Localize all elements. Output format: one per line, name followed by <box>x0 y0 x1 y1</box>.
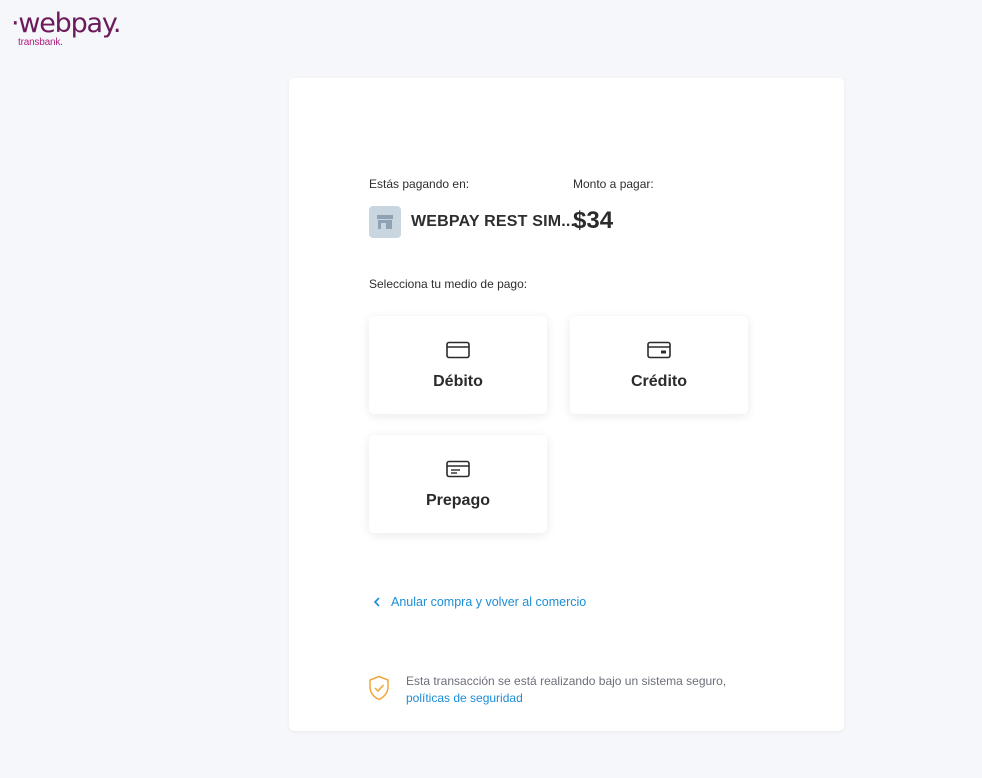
logo-wordmark: ·webpay. <box>11 8 121 39</box>
shield-check-icon <box>369 675 389 701</box>
amount-value: $34 <box>573 207 614 234</box>
cancel-purchase-link[interactable]: Anular compra y volver al comercio <box>373 595 586 609</box>
merchant-name: WEBPAY REST SIM... <box>411 213 576 230</box>
cancel-purchase-label: Anular compra y volver al comercio <box>391 595 587 609</box>
amount-label: Monto a pagar: <box>573 177 654 191</box>
store-icon <box>369 206 401 238</box>
select-method-label: Selecciona tu medio de pago: <box>369 277 528 291</box>
method-credit-label: Crédito <box>631 373 687 390</box>
method-debit-label: Débito <box>433 373 483 390</box>
credit-card-icon <box>647 341 671 359</box>
webpay-logo: ·webpay. transbank. <box>11 8 131 50</box>
method-credit-button[interactable]: Crédito <box>570 316 748 414</box>
payment-card: Estás pagando en: Monto a pagar: WEBPAY … <box>289 78 844 731</box>
security-text: Esta transacción se está realizando bajo… <box>406 674 727 688</box>
method-prepaid-label: Prepago <box>425 492 490 509</box>
method-prepaid-button[interactable]: Prepago <box>369 435 547 533</box>
paying-at-label: Estás pagando en: <box>369 177 470 191</box>
prepaid-card-icon <box>446 460 470 478</box>
security-policies-link[interactable]: políticas de seguridad <box>406 690 726 707</box>
method-debit-button[interactable]: Débito <box>369 316 547 414</box>
chevron-left-icon <box>373 597 380 607</box>
logo-subtitle: transbank. <box>18 37 63 48</box>
debit-card-icon <box>446 341 470 359</box>
